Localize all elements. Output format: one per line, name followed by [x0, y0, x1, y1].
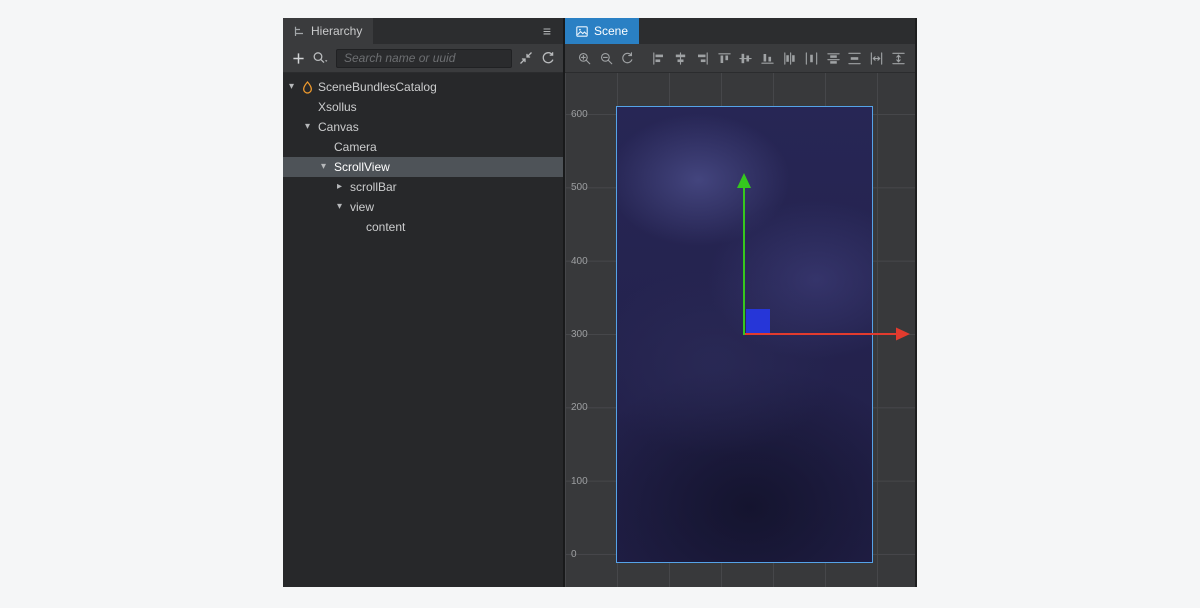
tree-node-label: SceneBundlesCatalog	[318, 80, 443, 94]
search-filter-button[interactable]	[312, 47, 330, 69]
distribute-left-button[interactable]	[780, 47, 799, 69]
ruler-label-200: 200	[571, 402, 588, 413]
panel-menu-button[interactable]: ≡	[543, 18, 551, 44]
tree-row-scrollview[interactable]: ▾ScrollView	[283, 157, 563, 177]
ruler-label-600: 600	[571, 109, 588, 120]
tree-node-label: view	[350, 200, 380, 214]
refresh-button[interactable]	[540, 47, 556, 69]
tree-row-scenebundlescatalog[interactable]: ▾ SceneBundlesCatalog	[283, 77, 563, 97]
hierarchy-tree-icon	[294, 26, 305, 37]
stretch-vertical-button[interactable]	[889, 47, 908, 69]
collapse-arrow-icon[interactable]: ▾	[337, 197, 350, 217]
tree-node-label: ScrollView	[334, 160, 396, 174]
create-node-button[interactable]	[290, 47, 306, 69]
tree-row-canvas[interactable]: ▾Canvas	[283, 117, 563, 137]
tree-node-label: Camera	[334, 140, 383, 154]
align-right-button[interactable]	[693, 47, 712, 69]
ruler-label-500: 500	[571, 182, 588, 193]
hierarchy-tree: ▾SceneBundlesCatalogXsollus▾CanvasCamera…	[283, 73, 563, 587]
align-left-button[interactable]	[649, 47, 668, 69]
tree-row-content[interactable]: content	[283, 217, 563, 237]
collapse-arrow-icon[interactable]: ▾	[321, 157, 334, 177]
ruler-label-300: 300	[571, 329, 588, 340]
scene-toolbar	[565, 44, 915, 73]
tree-row-camera[interactable]: Camera	[283, 137, 563, 157]
tree-node-label: content	[366, 220, 411, 234]
hamburger-icon: ≡	[543, 23, 551, 39]
scene-viewport[interactable]: 600 500 400 300 200 100 0	[565, 73, 915, 587]
desktop-background: Hierarchy ≡	[0, 0, 1200, 608]
align-bottom-button[interactable]	[758, 47, 777, 69]
distribute-horizontal-button[interactable]	[802, 47, 821, 69]
align-center-horizontal-button[interactable]	[737, 47, 756, 69]
tab-hierarchy-label: Hierarchy	[311, 24, 362, 38]
collapse-arrow-icon[interactable]: ▾	[289, 77, 302, 97]
zoom-in-button[interactable]	[575, 47, 594, 69]
scene-image-icon	[576, 26, 588, 37]
ruler-label-100: 100	[571, 476, 588, 487]
tab-hierarchy[interactable]: Hierarchy	[283, 18, 373, 44]
stretch-horizontal-button[interactable]	[867, 47, 886, 69]
align-center-vertical-button[interactable]	[671, 47, 690, 69]
scene-panel: Scene 600 500 400 300 200 100 0	[565, 18, 915, 587]
tab-scene[interactable]: Scene	[565, 18, 639, 44]
tree-node-label: Xsollus	[318, 100, 363, 114]
reset-view-button[interactable]	[619, 47, 638, 69]
expand-arrow-icon[interactable]: ▸	[337, 177, 350, 197]
cocos-flame-icon	[302, 81, 318, 94]
tab-scene-label: Scene	[594, 24, 628, 38]
scene-canvas-node[interactable]	[616, 106, 873, 563]
tree-node-label: Canvas	[318, 120, 365, 134]
collapse-all-button[interactable]	[518, 47, 534, 69]
ruler-label-0: 0	[571, 549, 577, 560]
hierarchy-panel: Hierarchy ≡	[283, 18, 565, 587]
tree-node-label: scrollBar	[350, 180, 403, 194]
tree-row-xsollus[interactable]: Xsollus	[283, 97, 563, 117]
search-input[interactable]	[336, 49, 512, 68]
collapse-arrow-icon[interactable]: ▾	[305, 117, 318, 137]
hierarchy-toolbar	[283, 44, 563, 73]
scene-tabbar: Scene	[565, 18, 915, 44]
distribute-vertical-button[interactable]	[846, 47, 865, 69]
tree-row-scrollbar[interactable]: ▸scrollBar	[283, 177, 563, 197]
ruler-label-400: 400	[571, 256, 588, 267]
align-top-button[interactable]	[715, 47, 734, 69]
editor-window: Hierarchy ≡	[283, 18, 917, 587]
tree-row-view[interactable]: ▾view	[283, 197, 563, 217]
distribute-top-button[interactable]	[824, 47, 843, 69]
hierarchy-tabbar: Hierarchy ≡	[283, 18, 563, 44]
zoom-out-button[interactable]	[597, 47, 616, 69]
